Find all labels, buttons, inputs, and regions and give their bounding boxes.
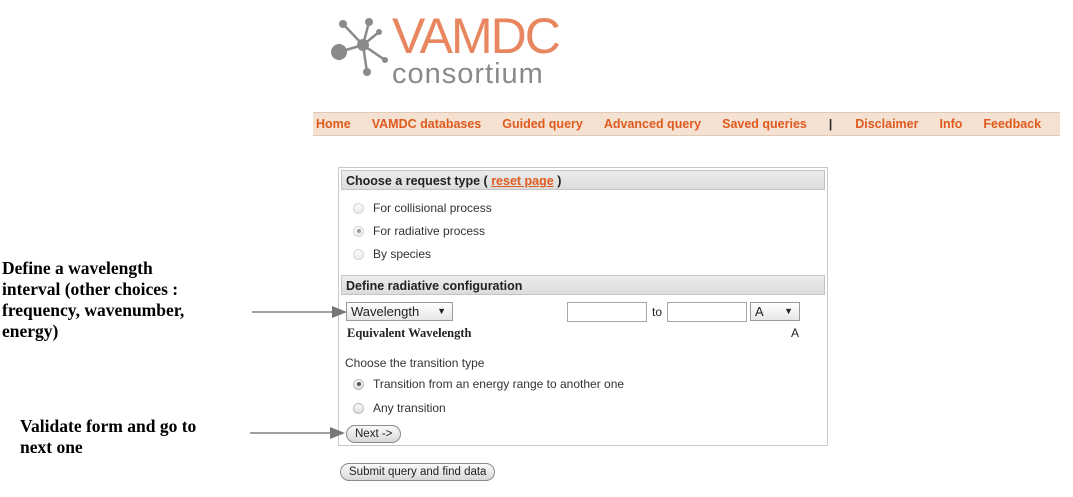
next-button[interactable]: Next ->	[346, 425, 402, 443]
request-type-header: Choose a request type ( reset page )	[341, 170, 825, 190]
radio-by-species[interactable]	[353, 248, 364, 260]
nav-info[interactable]: Info	[939, 117, 962, 131]
option-transition-range[interactable]: Transition from an energy range to anoth…	[353, 375, 624, 393]
annotation-line: interval (other choices :	[2, 279, 179, 299]
nav-disclaimer[interactable]: Disclaimer	[855, 117, 918, 131]
validate-annotation: Validate form and go to next one	[20, 416, 196, 458]
logo-subtitle: consortium	[392, 58, 544, 90]
quantity-select[interactable]: Wavelength ▼	[346, 302, 453, 321]
query-form-panel: Choose a request type ( reset page ) For…	[338, 167, 828, 446]
radio-any-transition[interactable]	[353, 402, 364, 414]
option-any-transition-label: Any transition	[373, 401, 446, 415]
request-type-title-end: )	[557, 174, 562, 188]
nav-home[interactable]: Home	[316, 117, 351, 131]
nav-feedback[interactable]: Feedback	[983, 117, 1041, 131]
range-to-input[interactable]	[667, 302, 747, 322]
range-to-label: to	[652, 305, 663, 319]
range-from-input[interactable]	[567, 302, 647, 322]
request-type-title: Choose a request type (	[346, 174, 488, 188]
unit-select-value: A	[755, 304, 764, 319]
option-radiative-label: For radiative process	[373, 224, 486, 238]
reset-page-link[interactable]: reset page	[491, 174, 554, 188]
unit-select[interactable]: A ▼	[750, 302, 800, 321]
nav-saved-queries[interactable]: Saved queries	[722, 117, 807, 131]
submit-query-button[interactable]: Submit query and find data	[340, 463, 496, 481]
arrow-right-icon	[252, 306, 347, 318]
arrow-right-icon	[250, 427, 345, 439]
main-nav: Home VAMDC databases Guided query Advanc…	[313, 112, 1060, 136]
option-collisional[interactable]: For collisional process	[353, 199, 492, 217]
transition-type-label: Choose the transition type	[345, 356, 485, 370]
radio-radiative[interactable]	[353, 225, 364, 237]
annotation-line: Define a wavelength	[2, 258, 153, 278]
radio-collisional[interactable]	[353, 202, 364, 214]
nav-vamdc-databases[interactable]: VAMDC databases	[372, 117, 482, 131]
equivalent-unit: A	[791, 326, 800, 340]
nav-advanced-query[interactable]: Advanced query	[604, 117, 701, 131]
option-collisional-label: For collisional process	[373, 201, 492, 215]
radio-transition-range[interactable]	[353, 378, 364, 390]
logo-wordmark: VAMDC	[392, 8, 561, 64]
option-any-transition[interactable]: Any transition	[353, 399, 446, 417]
annotation-line: frequency, wavenumber,	[2, 300, 185, 320]
option-by-species[interactable]: By species	[353, 245, 431, 263]
annotation-line: next one	[20, 437, 83, 457]
option-transition-range-label: Transition from an energy range to anoth…	[373, 377, 625, 391]
radiative-config-title: Define radiative configuration	[346, 279, 523, 293]
vamdc-logo-graphic	[331, 18, 388, 76]
annotation-line: energy)	[2, 321, 59, 341]
wavelength-annotation: Define a wavelength interval (other choi…	[2, 258, 184, 342]
nav-separator: |	[828, 117, 833, 131]
quantity-select-value: Wavelength	[351, 304, 420, 319]
chevron-down-icon: ▼	[437, 306, 446, 316]
option-radiative[interactable]: For radiative process	[353, 222, 485, 240]
nav-guided-query[interactable]: Guided query	[502, 117, 583, 131]
annotation-line: Validate form and go to	[20, 416, 197, 436]
equivalent-wavelength-label: Equivalent Wavelength	[347, 326, 472, 340]
radiative-config-header: Define radiative configuration	[341, 275, 825, 295]
option-by-species-label: By species	[373, 247, 432, 261]
chevron-down-icon: ▼	[784, 306, 793, 316]
